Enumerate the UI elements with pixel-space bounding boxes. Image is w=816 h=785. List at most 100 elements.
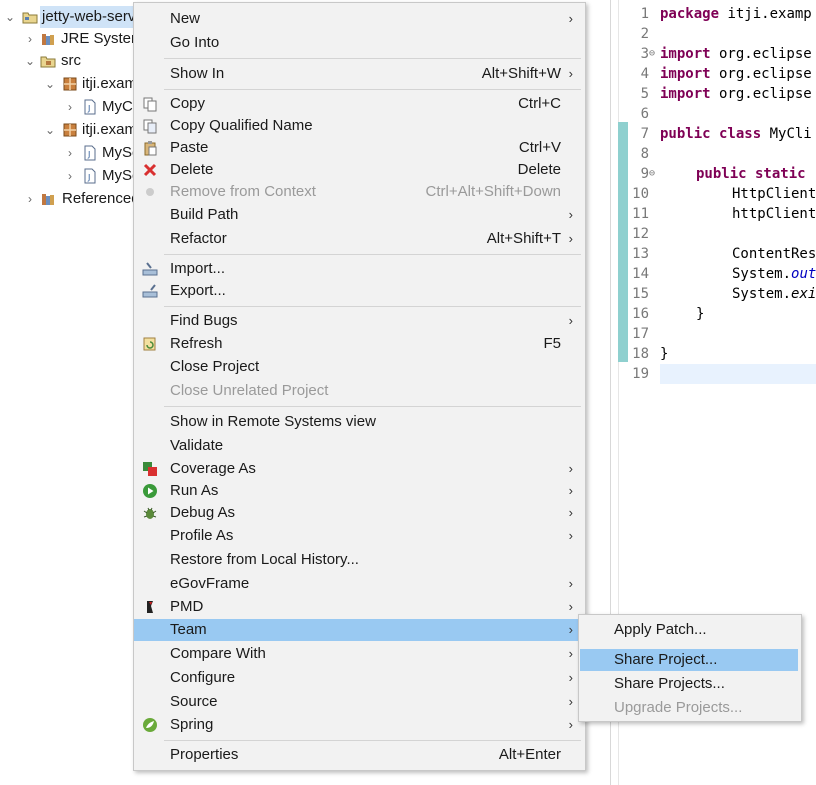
jre-label: JRE System <box>61 30 144 47</box>
menu-item-go-into[interactable]: Go Into <box>134 32 583 54</box>
menu-item-remove-from-context: Remove from Context Ctrl+Alt+Shift+Down <box>134 181 583 203</box>
package-2-label: itji.exam <box>82 121 138 138</box>
menu-item-paste[interactable]: Paste Ctrl+V <box>134 137 583 159</box>
submenu-arrow-icon: › <box>568 66 573 81</box>
menu-item-build-path[interactable]: Build Path › <box>134 204 583 226</box>
svg-text:J: J <box>87 104 90 113</box>
menu-item-find-bugs[interactable]: Find Bugs › <box>134 310 583 332</box>
submenu-arrow-icon: › <box>568 528 573 543</box>
copy-icon <box>143 97 157 112</box>
collapsed-chevron-icon[interactable]: › <box>64 96 76 118</box>
menu-separator <box>164 254 581 255</box>
menu-item-debug-as[interactable]: Debug As › <box>134 502 583 524</box>
menu-item-show-in-remote-systems[interactable]: Show in Remote Systems view <box>134 411 583 433</box>
remove-context-icon <box>146 188 154 196</box>
tree-item-file-2[interactable]: › J MySe <box>0 142 140 164</box>
package-icon <box>63 77 77 91</box>
java-file-icon: J <box>84 168 96 184</box>
submenu-arrow-icon: › <box>568 11 573 26</box>
java-file-icon: J <box>84 145 96 161</box>
menu-separator <box>164 58 581 59</box>
submenu-arrow-icon: › <box>568 483 573 498</box>
source-folder-icon <box>40 56 56 68</box>
submenu-arrow-icon: › <box>568 694 573 709</box>
menu-item-import[interactable]: Import... <box>134 258 583 280</box>
import-icon <box>142 262 158 276</box>
tree-item-package-1[interactable]: ⌄ itji.exam <box>0 73 140 95</box>
team-submenu: Apply Patch... Share Project... Share Pr… <box>578 614 802 722</box>
menu-item-source[interactable]: Source › <box>134 691 583 713</box>
expand-chevron-icon[interactable]: ⌄ <box>24 50 36 72</box>
menu-item-profile-as[interactable]: Profile As › <box>134 525 583 547</box>
collapsed-chevron-icon[interactable]: › <box>64 142 76 164</box>
file-1-label: MyC <box>102 98 133 115</box>
menu-item-compare-with[interactable]: Compare With › <box>134 643 583 665</box>
menu-item-pmd[interactable]: PMD › <box>134 596 583 618</box>
submenu-arrow-icon: › <box>568 313 573 328</box>
expand-chevron-icon[interactable]: ⌄ <box>44 119 56 141</box>
menu-separator <box>164 740 581 741</box>
svg-text:J: J <box>87 173 90 182</box>
tree-item-src[interactable]: ⌄ src <box>0 50 140 72</box>
collapsed-chevron-icon[interactable]: › <box>24 188 36 210</box>
menu-item-apply-patch[interactable]: Apply Patch... <box>579 619 799 641</box>
menu-separator <box>164 89 581 90</box>
menu-item-refactor[interactable]: Refactor Alt+Shift+T › <box>134 228 583 250</box>
submenu-arrow-icon: › <box>568 505 573 520</box>
export-icon <box>142 284 158 298</box>
menu-item-restore-local-history[interactable]: Restore from Local History... <box>134 549 583 571</box>
menu-item-copy[interactable]: Copy Ctrl+C <box>134 93 583 115</box>
spring-leaf-icon <box>143 718 157 732</box>
menu-item-share-projects[interactable]: Share Projects... <box>579 673 799 695</box>
debug-bug-icon <box>143 507 157 519</box>
fold-icon[interactable]: ⊖ <box>649 44 655 64</box>
menu-item-run-as[interactable]: Run As › <box>134 480 583 502</box>
submenu-arrow-icon: › <box>568 599 573 614</box>
menu-separator <box>164 406 581 407</box>
submenu-arrow-icon: › <box>568 622 573 637</box>
menu-item-spring[interactable]: Spring › <box>134 714 583 736</box>
menu-item-share-project[interactable]: Share Project... <box>580 649 798 671</box>
tree-item-referenced[interactable]: › Referenced <box>0 188 140 210</box>
menu-item-properties[interactable]: Properties Alt+Enter <box>134 744 583 766</box>
context-menu: New › Go Into Show In Alt+Shift+W › Copy Ctr… <box>133 2 586 771</box>
copy-qualified-icon <box>143 119 157 134</box>
library-icon <box>42 194 54 205</box>
menu-item-configure[interactable]: Configure › <box>134 667 583 689</box>
submenu-arrow-icon: › <box>568 646 573 661</box>
menu-item-refresh[interactable]: Refresh F5 <box>134 333 583 355</box>
collapsed-chevron-icon[interactable]: › <box>24 28 36 50</box>
menu-item-upgrade-projects: Upgrade Projects... <box>614 699 743 716</box>
java-file-icon: J <box>84 99 96 115</box>
pmd-icon <box>147 601 153 613</box>
tree-item-file-3[interactable]: › J MySe <box>0 165 140 187</box>
src-label: src <box>61 52 81 69</box>
menu-separator <box>164 306 581 307</box>
collapsed-chevron-icon[interactable]: › <box>64 165 76 187</box>
submenu-arrow-icon: › <box>568 576 573 591</box>
expand-chevron-icon[interactable]: ⌄ <box>44 73 56 95</box>
menu-item-export[interactable]: Export... <box>134 280 583 302</box>
refresh-icon <box>143 337 156 351</box>
fold-icon[interactable]: ⊖ <box>649 164 655 184</box>
menu-item-egovframe[interactable]: eGovFrame › <box>134 573 583 595</box>
tree-item-file-1[interactable]: › J MyC <box>0 96 140 118</box>
run-icon <box>143 484 157 498</box>
menu-item-copy-qualified-name[interactable]: Copy Qualified Name <box>134 115 583 137</box>
menu-item-show-in[interactable]: Show In Alt+Shift+W › <box>134 63 583 85</box>
menu-item-team[interactable]: Team › <box>134 619 583 641</box>
menu-item-delete[interactable]: Delete Delete <box>134 159 583 181</box>
menu-item-validate[interactable]: Validate <box>134 435 583 457</box>
submenu-arrow-icon: › <box>568 717 573 732</box>
paste-icon <box>144 141 157 156</box>
package-1-label: itji.exam <box>82 75 138 92</box>
referenced-label: Referenced <box>62 190 140 207</box>
menu-item-close-project[interactable]: Close Project <box>134 356 583 378</box>
current-line-highlight <box>660 364 816 384</box>
submenu-arrow-icon: › <box>568 231 573 246</box>
tree-item-package-2[interactable]: ⌄ itji.exam <box>0 119 140 141</box>
menu-item-coverage-as[interactable]: Coverage As › <box>134 458 583 480</box>
tree-item-jre[interactable]: › JRE System <box>0 28 144 50</box>
menu-item-new[interactable]: New › <box>134 8 583 30</box>
library-icon <box>42 34 54 45</box>
